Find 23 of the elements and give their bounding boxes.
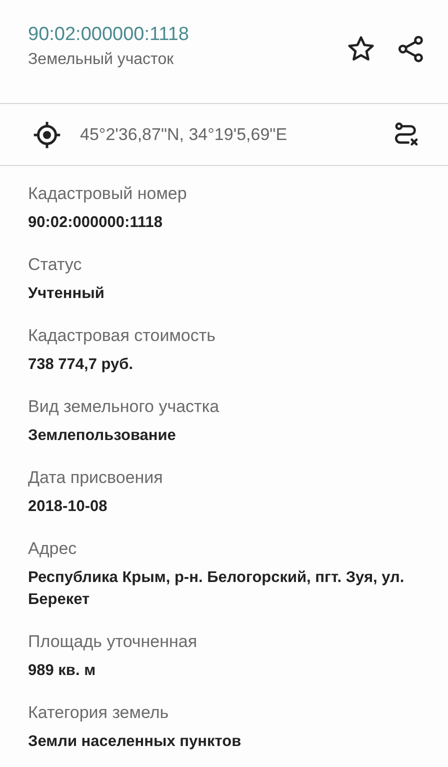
parcel-number-title: 90:02:000000:1118 [28, 23, 190, 47]
field-value: 2018-10-08 [28, 497, 108, 517]
field-label: Площадь уточненная [28, 631, 198, 653]
location-target-icon[interactable] [32, 120, 62, 150]
field-value: 90:02:000000:1118 [28, 213, 164, 233]
coordinates-text: 45°2'36,87"N, 34°19'5,69"E [80, 124, 288, 144]
field-value: Учтенный [28, 284, 106, 304]
field-label: Кадастровая стоимость [28, 325, 216, 347]
star-icon[interactable] [346, 34, 376, 64]
field-label: Кадастровый номер [28, 183, 188, 205]
field-label: Категория земель [28, 702, 170, 724]
field-label: Дата присвоения [28, 467, 164, 489]
route-clear-icon[interactable] [392, 120, 420, 148]
field-value: 738 774,7 руб. [28, 355, 134, 375]
field-label: Адрес [28, 538, 78, 560]
field-value: Землепользование [28, 426, 177, 446]
field-label: Вид земельного участка [28, 396, 220, 418]
parcel-type-subtitle: Земельный участок [28, 50, 175, 70]
field-label: Статус [28, 254, 83, 276]
field-value: Республика Крым, р-н. Белогорский, пгт. Зуя, ул. Берекет [28, 568, 406, 610]
field-value: Земли населенных пунктов [28, 732, 242, 752]
field-value: 989 кв. м [28, 661, 97, 681]
share-icon[interactable] [396, 34, 426, 64]
